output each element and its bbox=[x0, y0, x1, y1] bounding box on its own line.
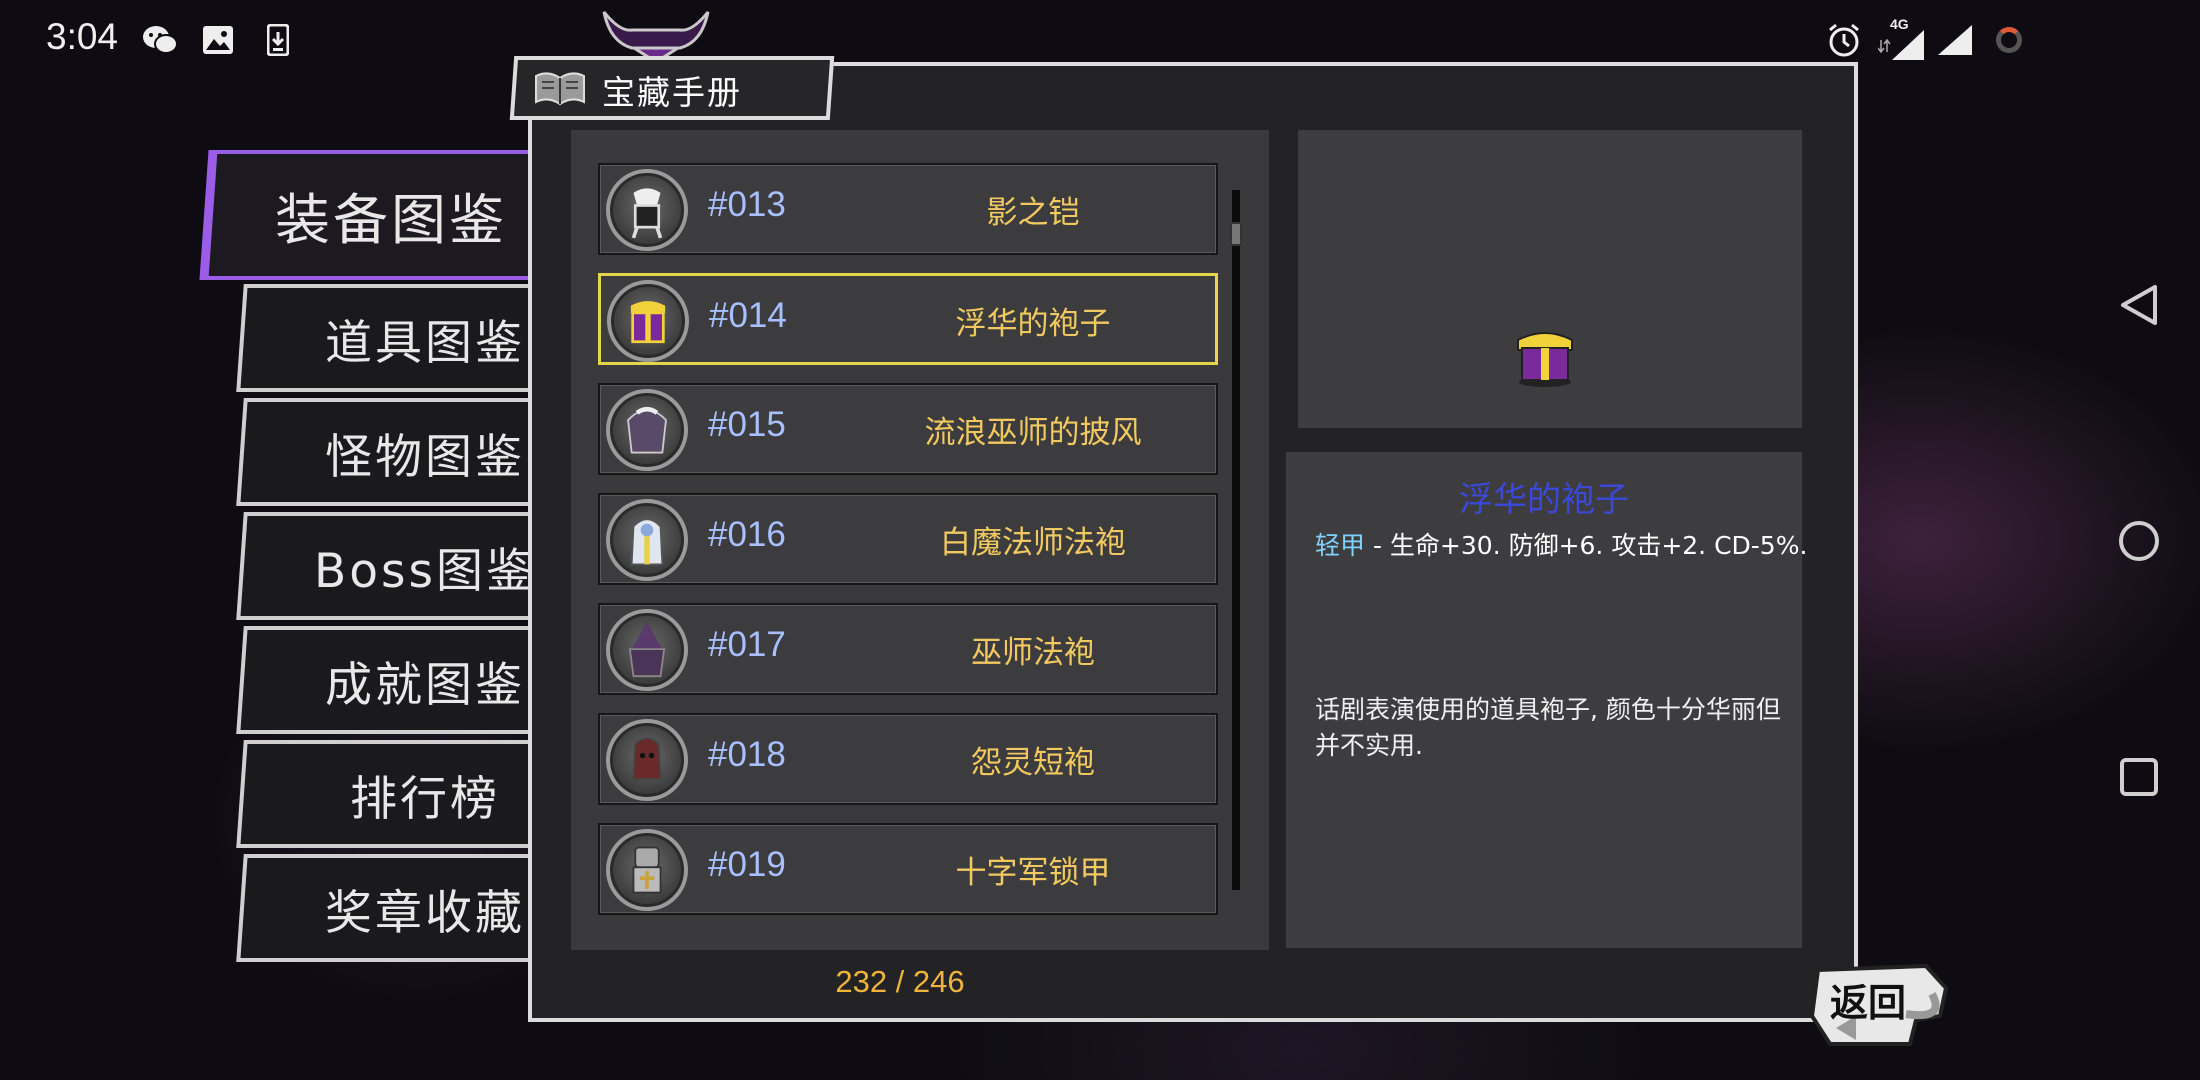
wraith-robe-icon bbox=[606, 719, 688, 801]
item-number: #019 bbox=[708, 845, 786, 884]
item-number: #014 bbox=[709, 296, 787, 335]
download-icon bbox=[260, 22, 296, 58]
detail-title: 浮华的袍子 bbox=[1459, 480, 1629, 520]
list-item[interactable]: #013 影之铠 bbox=[598, 163, 1218, 255]
list-scrollbar[interactable] bbox=[1232, 190, 1240, 890]
list-item-selected[interactable]: #014 浮华的袍子 bbox=[598, 273, 1218, 365]
item-name: 十字军锁甲 bbox=[955, 855, 1111, 891]
shadow-armor-icon bbox=[606, 169, 688, 251]
battery-charging-icon bbox=[1996, 18, 2022, 62]
item-name: 影之铠 bbox=[986, 195, 1080, 231]
item-name: 浮华的袍子 bbox=[955, 306, 1111, 342]
image-icon bbox=[200, 22, 236, 58]
wanderer-cloak-icon bbox=[606, 389, 688, 471]
clock: 3:04 bbox=[46, 16, 119, 57]
item-name: 流浪巫师的披风 bbox=[924, 415, 1142, 451]
stats-text: - 生命+30. 防御+6. 攻击+2. CD-5%. bbox=[1365, 531, 1808, 560]
tab-label: 道具图鉴 bbox=[325, 315, 525, 371]
tab-equipment[interactable]: 装备图鉴 bbox=[199, 150, 579, 280]
home-circle-icon bbox=[2119, 521, 2159, 561]
tab-label: 成就图鉴 bbox=[325, 657, 525, 713]
crusader-mail-icon bbox=[606, 829, 688, 911]
item-detail: 浮华的袍子 轻甲 - 生命+30. 防御+6. 攻击+2. CD-5%. 话剧表… bbox=[1286, 452, 1807, 948]
signal-4g-icon: 4G bbox=[1878, 16, 1928, 62]
scrollbar-thumb[interactable] bbox=[1230, 222, 1242, 246]
item-preview bbox=[1298, 130, 1802, 428]
white-mage-robe-icon bbox=[606, 499, 688, 581]
list-item[interactable]: #016 白魔法师法袍 bbox=[598, 493, 1218, 585]
collection-counter: 232 / 246 bbox=[835, 964, 965, 999]
fancy-robe-icon bbox=[607, 280, 689, 362]
item-name: 白魔法师法袍 bbox=[940, 525, 1126, 561]
tab-label: 怪物图鉴 bbox=[325, 429, 525, 485]
nav-back-button[interactable] bbox=[2116, 282, 2162, 328]
tab-label: 奖章收藏 bbox=[325, 885, 525, 941]
item-number: #018 bbox=[708, 735, 786, 774]
list-item[interactable]: #017 巫师法袍 bbox=[598, 603, 1218, 695]
wechat-icon bbox=[142, 22, 178, 58]
list-item[interactable]: #018 怨灵短袍 bbox=[598, 713, 1218, 805]
tab-label: 装备图鉴 bbox=[275, 188, 508, 252]
fancy-robe-icon bbox=[1517, 332, 1573, 387]
tab-label: Boss图鉴 bbox=[314, 543, 536, 599]
back-button-label: 返回 bbox=[1830, 981, 1907, 1025]
item-name: 怨灵短袍 bbox=[971, 745, 1095, 781]
book-icon bbox=[535, 72, 585, 106]
signal-icon bbox=[1936, 18, 1974, 62]
tab-label: 排行榜 bbox=[350, 771, 500, 827]
detail-stats: 轻甲 - 生命+30. 防御+6. 攻击+2. CD-5%. bbox=[1315, 526, 1807, 562]
page-title: 宝藏手册 bbox=[602, 73, 742, 112]
wizard-robe-icon bbox=[606, 609, 688, 691]
alarm-icon bbox=[1826, 18, 1862, 62]
item-name: 巫师法袍 bbox=[971, 635, 1095, 671]
armor-type: 轻甲 bbox=[1315, 531, 1366, 560]
nav-recents-button[interactable] bbox=[2116, 754, 2162, 800]
nav-home-button[interactable] bbox=[2116, 518, 2162, 564]
list-item[interactable]: #019 十字军锁甲 bbox=[598, 823, 1218, 915]
item-number: #017 bbox=[708, 625, 786, 664]
item-number: #015 bbox=[708, 405, 786, 444]
back-triangle-icon bbox=[2121, 285, 2157, 325]
detail-description: 话剧表演使用的道具袍子, 颜色十分华丽但并不实用. bbox=[1315, 695, 1781, 760]
item-number: #013 bbox=[708, 185, 786, 224]
item-number: #016 bbox=[708, 515, 786, 554]
list-item[interactable]: #015 流浪巫师的披风 bbox=[598, 383, 1218, 475]
recents-square-icon bbox=[2120, 758, 2158, 796]
